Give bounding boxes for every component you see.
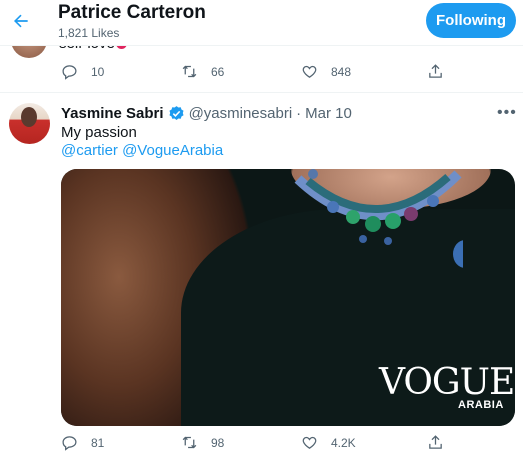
- separator-dot: ·: [296, 105, 302, 122]
- tweet-actions: 81 98 4.2K: [0, 434, 523, 454]
- retweet-count: 98: [211, 435, 225, 450]
- avatar[interactable]: [9, 103, 50, 144]
- share-icon: [429, 64, 442, 78]
- tweet-text: My passion: [61, 124, 137, 141]
- reply-icon: [62, 436, 77, 451]
- likes-count: 1,821 Likes: [58, 26, 120, 40]
- share-button[interactable]: [427, 434, 444, 451]
- tweet-mentions[interactable]: @cartier @VogueArabia: [61, 142, 223, 159]
- tweet-divider: [0, 92, 523, 93]
- tweet-media-image[interactable]: VOGUE ARABIA: [61, 169, 515, 426]
- verified-icon: [169, 106, 184, 120]
- vogue-logo-sub: ARABIA: [458, 399, 504, 411]
- reply-count: 81: [91, 435, 105, 450]
- retweet-icon: [182, 65, 197, 78]
- retweet-button[interactable]: 66: [181, 63, 224, 80]
- reply-button[interactable]: 10: [61, 63, 104, 80]
- like-button[interactable]: 848: [301, 63, 351, 80]
- necklace-graphic: [294, 169, 463, 268]
- retweet-icon: [182, 436, 197, 449]
- tweet-date[interactable]: Mar 10: [305, 105, 352, 122]
- reply-count: 10: [91, 64, 105, 79]
- more-icon[interactable]: •••: [497, 104, 517, 122]
- share-icon: [429, 435, 442, 449]
- like-count: 4.2K: [331, 435, 356, 450]
- author-name[interactable]: Yasmine Sabri: [61, 105, 164, 122]
- like-count: 848: [331, 64, 352, 79]
- retweet-count: 66: [211, 64, 225, 79]
- following-button[interactable]: Following: [426, 3, 516, 38]
- share-button[interactable]: [427, 63, 444, 80]
- profile-name: Patrice Carteron: [58, 2, 206, 23]
- like-icon: [302, 436, 317, 449]
- profile-header: Patrice Carteron 1,821 Likes Following: [0, 0, 523, 46]
- vogue-logo: VOGUE: [379, 362, 515, 403]
- retweet-button[interactable]: 98: [181, 434, 224, 451]
- reply-icon: [62, 65, 77, 80]
- like-button[interactable]: 4.2K: [301, 434, 356, 451]
- like-icon: [302, 65, 317, 78]
- author-handle[interactable]: @yasminesabri: [189, 105, 293, 122]
- tweet-author-line: Yasmine Sabri @yasminesabri · Mar 10: [61, 105, 352, 122]
- reply-button[interactable]: 81: [61, 434, 104, 451]
- back-arrow-icon[interactable]: [9, 9, 33, 33]
- previous-tweet-actions: 10 66 848: [0, 63, 523, 83]
